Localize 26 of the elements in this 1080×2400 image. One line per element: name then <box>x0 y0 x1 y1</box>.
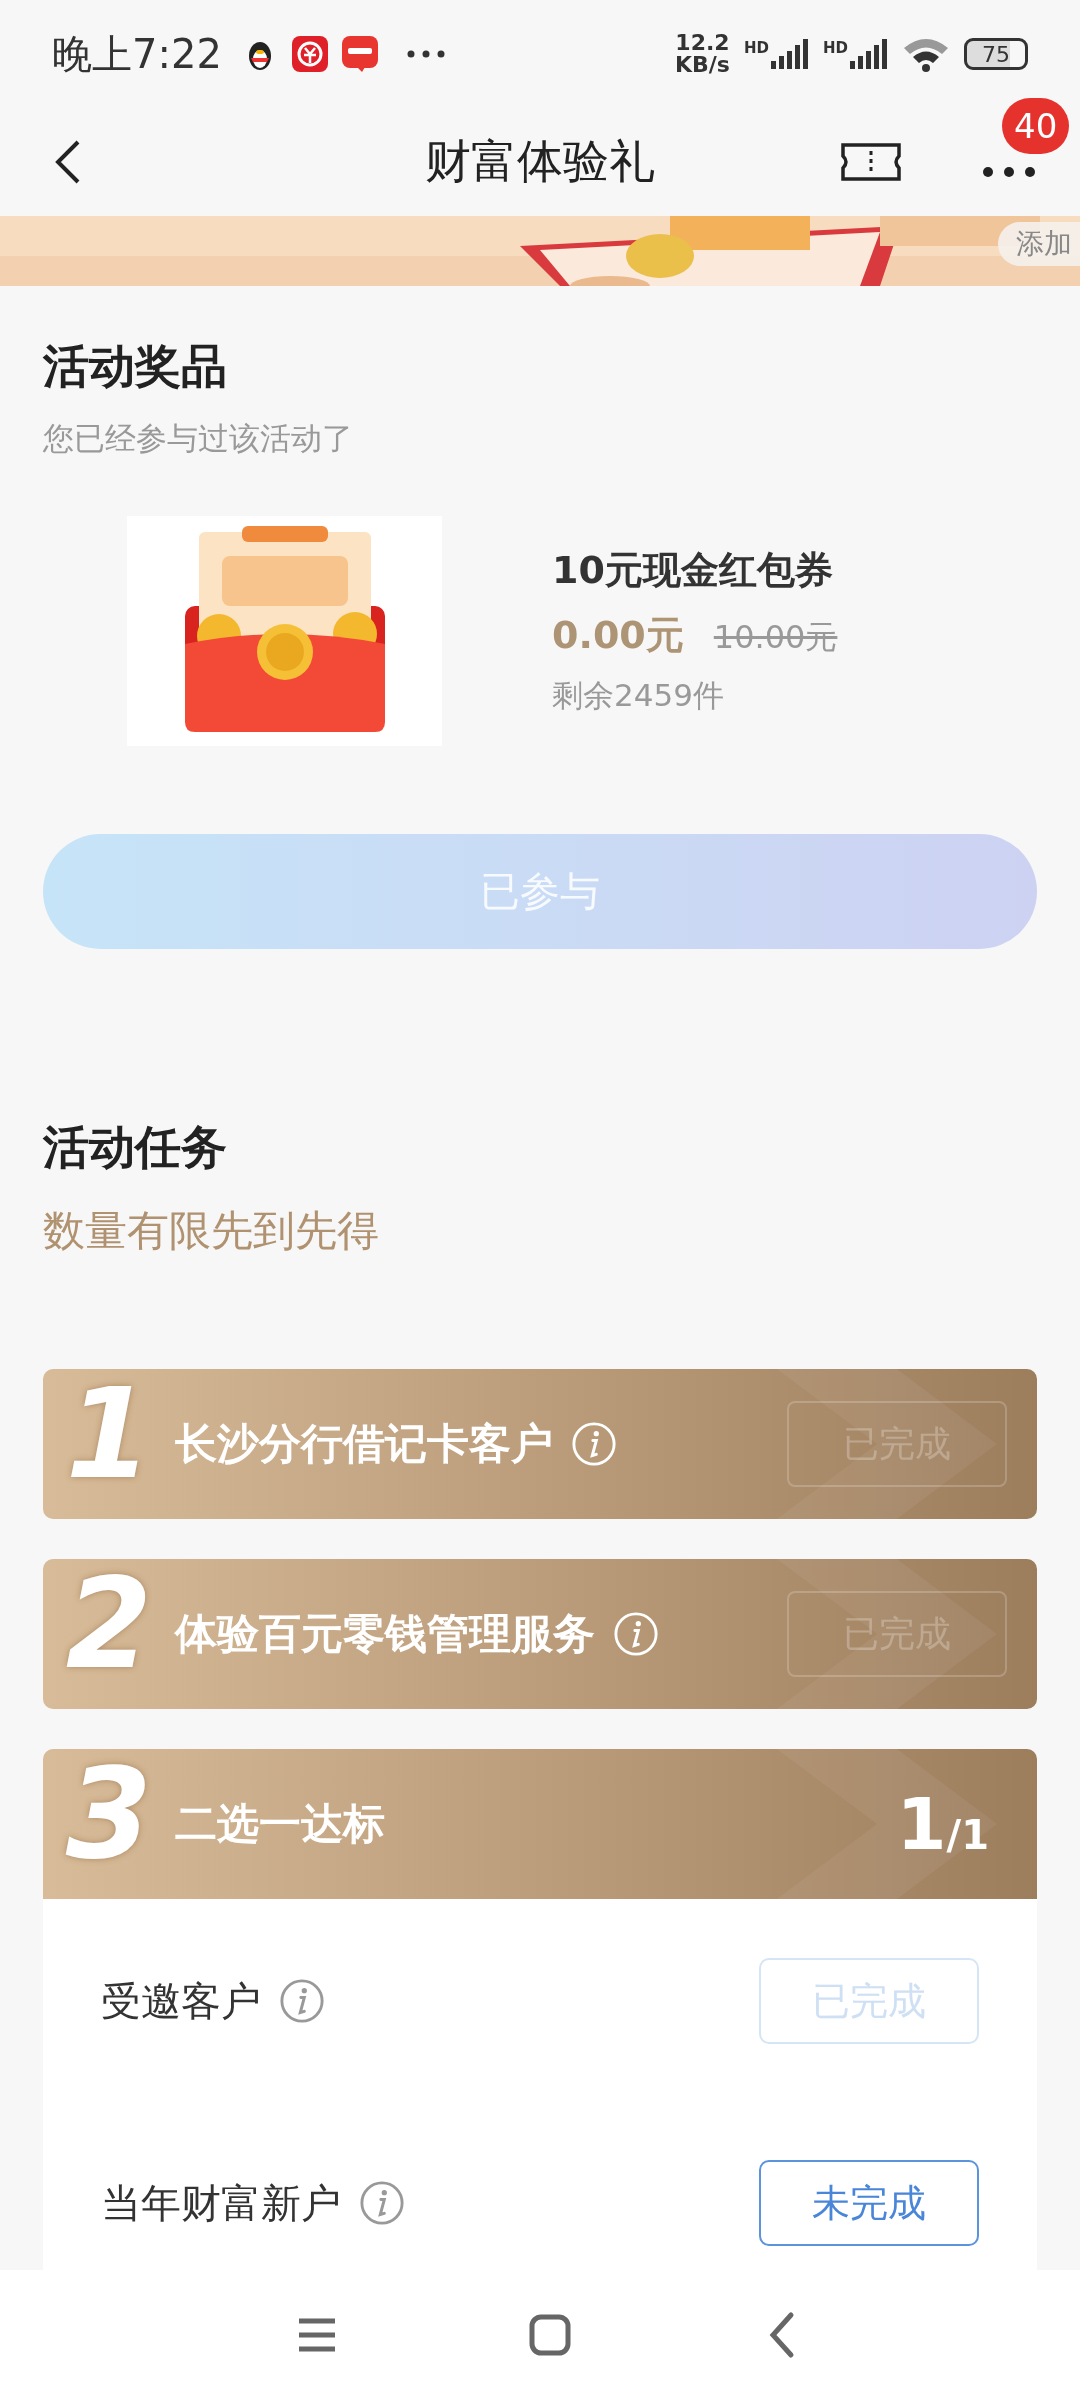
task-number: 2 <box>64 1559 154 1698</box>
original-price: 10.00元 <box>713 617 838 658</box>
network-speed: 12.2 <box>675 32 730 54</box>
task-title: 体验百元零钱管理服务 <box>175 1608 595 1660</box>
add-chip[interactable]: 添加 <box>998 222 1080 266</box>
section-subtitle: 数量有限先到先得 <box>43 1205 380 1257</box>
section-title: 活动奖品 <box>43 338 228 395</box>
network-unit: KB/s <box>675 54 730 76</box>
stock-count: 剩余2459件 <box>552 676 725 715</box>
prize-name: 10元现金红包券 <box>552 547 834 594</box>
section-title: 活动任务 <box>43 1119 228 1176</box>
hd-label: HD <box>743 39 769 57</box>
option-title: 受邀客户 <box>101 1976 261 2026</box>
hd-label: HD <box>823 39 848 57</box>
status-time: 晚上7:22 <box>52 29 222 79</box>
option-status-button[interactable]: 未完成 <box>759 2160 979 2246</box>
battery-level: 75 <box>964 38 1028 70</box>
option-title: 当年财富新户 <box>101 2178 341 2228</box>
prize-price: 0.00元 <box>552 612 684 659</box>
task-title: 长沙分行借记卡客户 <box>175 1418 553 1470</box>
page-title: 财富体验礼 <box>425 134 655 188</box>
section-subtitle: 您已经参与过该活动了 <box>43 419 354 458</box>
notification-badge: 40 <box>1002 98 1070 154</box>
task-number: 1 <box>64 1369 154 1508</box>
task-number: 3 <box>64 1749 154 1888</box>
task-title: 二选一达标 <box>175 1798 385 1850</box>
